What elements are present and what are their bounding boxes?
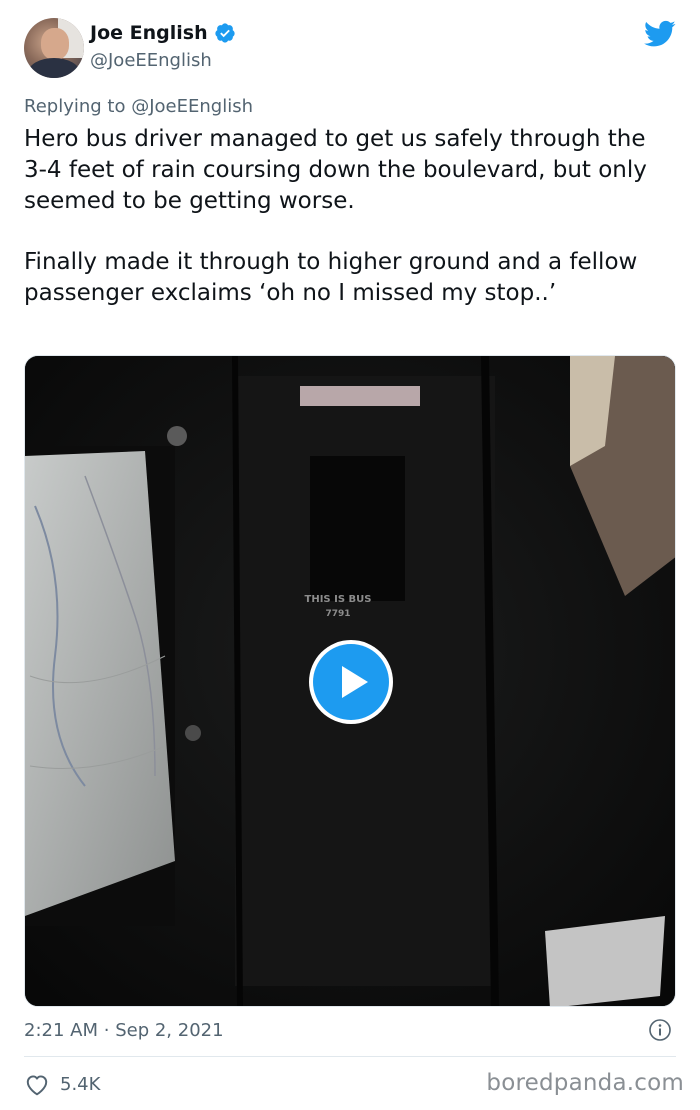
divider (24, 1056, 676, 1057)
tweet-date: Sep 2, 2021 (115, 1020, 224, 1041)
reply-context: Replying to @JoeEEnglish (24, 96, 253, 117)
like-action[interactable]: 5.4K (24, 1070, 100, 1098)
avatar[interactable] (24, 18, 84, 78)
bus-sign-line2: 7791 (325, 609, 350, 619)
bus-sign-line1: THIS IS BUS (305, 594, 372, 605)
tweet-timestamp[interactable]: 2:21 AM · Sep 2, 2021 (24, 1020, 224, 1041)
tweet-header: Joe English @JoeEEnglish (24, 18, 676, 80)
author-display-name[interactable]: Joe English (90, 22, 208, 44)
reply-mention-link[interactable]: @JoeEEnglish (131, 96, 253, 117)
play-button[interactable] (309, 640, 393, 724)
play-icon (342, 666, 368, 698)
tweet-paragraph: Finally made it through to higher ground… (24, 249, 638, 306)
twitter-bird-icon[interactable] (644, 20, 676, 48)
reply-prefix: Replying to (24, 96, 126, 117)
like-count: 5.4K (60, 1073, 101, 1095)
author-handle[interactable]: @JoeEEnglish (90, 50, 212, 71)
tweet-time: 2:21 AM (24, 1020, 98, 1041)
author-name-row[interactable]: Joe English (90, 22, 236, 44)
tweet-text: Hero bus driver managed to get us safely… (24, 124, 674, 309)
tweet-paragraph: Hero bus driver managed to get us safely… (24, 126, 647, 214)
video-player[interactable]: THIS IS BUS 7791 (24, 355, 676, 1007)
watermark: boredpanda.com (486, 1070, 684, 1096)
verified-badge-icon (214, 23, 235, 43)
info-icon[interactable] (648, 1018, 672, 1042)
heart-icon[interactable] (24, 1072, 50, 1096)
tweet-meta: 2:21 AM · Sep 2, 2021 (24, 1018, 676, 1046)
meta-separator: · (103, 1020, 110, 1041)
